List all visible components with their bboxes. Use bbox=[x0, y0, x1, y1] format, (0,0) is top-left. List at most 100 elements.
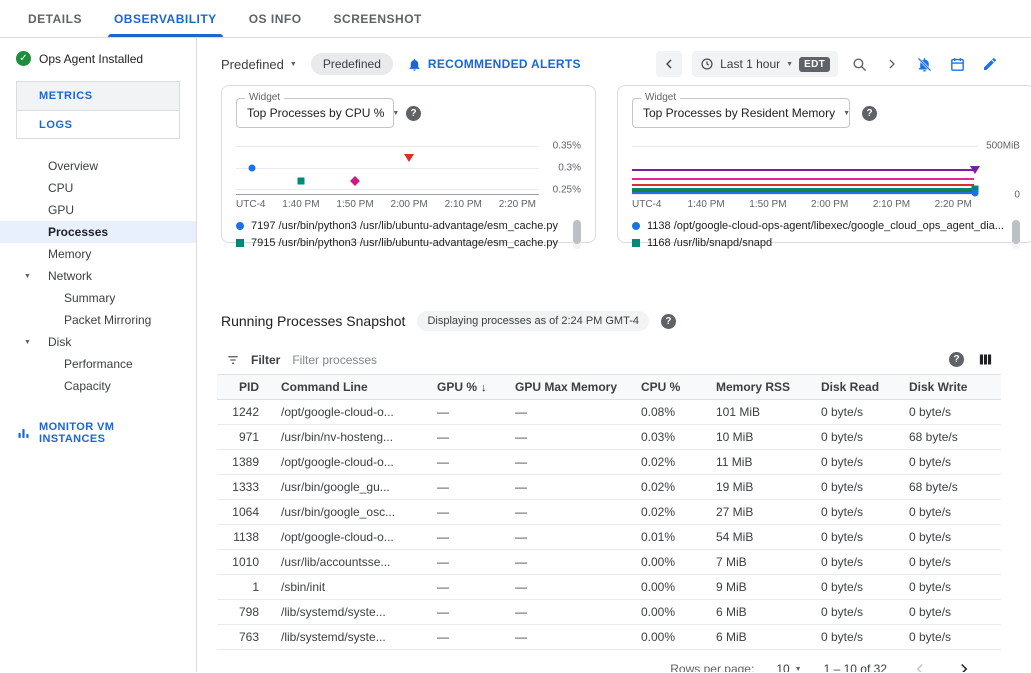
cpu-scatter-chart: 0.35%0.3%0.25% UTC-41:40 PM1:50 PM2:00 P… bbox=[236, 141, 581, 211]
table-row[interactable]: 763/lib/systemd/syste...——0.00%6 MiB0 by… bbox=[217, 625, 1001, 650]
sidebar-item-processes[interactable]: Processes bbox=[0, 221, 196, 243]
expand-arrow-icon[interactable]: ▼ bbox=[24, 339, 31, 346]
help-icon[interactable]: ? bbox=[862, 106, 877, 121]
chart-marker-triangle-down bbox=[970, 166, 980, 174]
table-row[interactable]: 1242/opt/google-cloud-o...——0.08%101 MiB… bbox=[217, 400, 1001, 425]
column-display-options-icon[interactable] bbox=[978, 352, 993, 367]
y-tick-label: 500MiB bbox=[986, 141, 1020, 152]
table-row[interactable]: 1333/usr/bin/google_gu...——0.02%19 MiB0 … bbox=[217, 475, 1001, 500]
cell-cpu: 0.02% bbox=[633, 475, 708, 500]
column-header-cpu[interactable]: CPU % bbox=[633, 375, 708, 400]
predefined-chip[interactable]: Predefined bbox=[311, 53, 393, 75]
chevron-down-icon: ▼ bbox=[786, 61, 793, 68]
table-row[interactable]: 1064/usr/bin/google_osc...——0.02%27 MiB0… bbox=[217, 500, 1001, 525]
help-icon[interactable]: ? bbox=[949, 352, 964, 367]
sidebar-item-gpu[interactable]: GPU bbox=[0, 199, 196, 221]
legend-item[interactable]: 7197 /usr/bin/python3 /usr/lib/ubuntu-ad… bbox=[236, 220, 565, 232]
cell-disk-write: 0 byte/s bbox=[901, 400, 1001, 425]
legend-scrollbar[interactable] bbox=[1012, 220, 1020, 249]
recommended-alerts-button[interactable]: RECOMMENDED ALERTS bbox=[407, 57, 581, 72]
column-header-command-line[interactable]: Command Line bbox=[273, 375, 429, 400]
cell-gpu-max-memory: — bbox=[507, 400, 633, 425]
scrollbar-thumb[interactable] bbox=[573, 220, 581, 244]
zoom-search-button[interactable] bbox=[848, 53, 871, 76]
tab-os-info[interactable]: OS INFO bbox=[233, 0, 318, 37]
cell-cpu: 0.00% bbox=[633, 625, 708, 650]
previous-page-button[interactable] bbox=[909, 658, 931, 672]
chevron-down-icon: ▼ bbox=[290, 61, 297, 68]
table-row[interactable]: 971/usr/bin/nv-hosteng...——0.03%10 MiB0 … bbox=[217, 425, 1001, 450]
column-header-gpu-max-memory[interactable]: GPU Max Memory bbox=[507, 375, 633, 400]
tab-observability[interactable]: OBSERVABILITY bbox=[98, 0, 233, 37]
cell-disk-read: 0 byte/s bbox=[813, 425, 901, 450]
column-header-disk-write[interactable]: Disk Write bbox=[901, 375, 1001, 400]
time-pan-left-button[interactable] bbox=[656, 51, 682, 77]
cell-cpu: 0.03% bbox=[633, 425, 708, 450]
table-row[interactable]: 1010/usr/lib/accountsse...——0.00%7 MiB0 … bbox=[217, 550, 1001, 575]
sidebar-item-overview[interactable]: Overview bbox=[0, 155, 196, 177]
widget-type-select[interactable]: Widget Top Processes by Resident Memory … bbox=[632, 98, 850, 128]
series-line bbox=[632, 169, 974, 171]
monitor-vm-instances-link[interactable]: MONITOR VM INSTANCES bbox=[16, 421, 180, 445]
time-pan-right-button[interactable] bbox=[881, 53, 903, 75]
sidebar-item-memory[interactable]: Memory bbox=[0, 243, 196, 265]
widget-type-select[interactable]: Widget Top Processes by CPU % ▼ bbox=[236, 98, 394, 128]
sidebar-item-label: Processes bbox=[48, 225, 108, 239]
help-icon[interactable]: ? bbox=[406, 106, 421, 121]
cell-memory-rss: 6 MiB bbox=[708, 600, 813, 625]
column-header-pid[interactable]: PID bbox=[217, 375, 273, 400]
legend-item[interactable]: 1138 /opt/google-cloud-ops-agent/libexec… bbox=[632, 220, 1004, 232]
sidebar-item-network[interactable]: ▼Network bbox=[0, 265, 196, 287]
scrollbar-thumb[interactable] bbox=[1012, 220, 1020, 244]
add-alert-bell-icon bbox=[407, 57, 422, 72]
rows-per-page-select[interactable]: 10 ▼ bbox=[776, 662, 801, 672]
time-range-selector[interactable]: Last 1 hour ▼ EDT bbox=[692, 51, 838, 77]
table-row[interactable]: 1138/opt/google-cloud-o...——0.01%54 MiB0… bbox=[217, 525, 1001, 550]
column-header-label: GPU % bbox=[437, 380, 477, 394]
legend-marker-circle bbox=[632, 222, 640, 230]
alerts-off-button[interactable] bbox=[913, 53, 936, 76]
filter-processes-input[interactable] bbox=[290, 352, 939, 368]
legend-scrollbar[interactable] bbox=[573, 220, 581, 249]
edit-dashboard-button[interactable] bbox=[979, 53, 1001, 75]
column-header-disk-read[interactable]: Disk Read bbox=[813, 375, 901, 400]
sidebar-item-capacity[interactable]: Capacity bbox=[0, 375, 196, 397]
column-header-label: Memory RSS bbox=[716, 380, 790, 394]
legend-item[interactable]: 1168 /usr/lib/snapd/snapd bbox=[632, 237, 1004, 249]
sidebar-item-disk[interactable]: ▼Disk bbox=[0, 331, 196, 353]
tab-details[interactable]: DETAILS bbox=[12, 0, 98, 37]
legend-item[interactable]: 7915 /usr/bin/python3 /usr/lib/ubuntu-ad… bbox=[236, 237, 565, 249]
chevron-right-icon bbox=[884, 56, 900, 72]
filter-icon bbox=[225, 352, 241, 368]
chart-x-axis-labels: UTC-41:40 PM1:50 PM2:00 PM2:10 PM2:20 PM bbox=[632, 195, 978, 211]
sidebar-view-metrics[interactable]: METRICS bbox=[17, 82, 179, 110]
cell-disk-write: 0 byte/s bbox=[901, 600, 1001, 625]
help-icon[interactable]: ? bbox=[661, 314, 676, 329]
column-header-label: Disk Read bbox=[821, 380, 879, 394]
cell-pid: 1 bbox=[217, 575, 273, 600]
cell-memory-rss: 27 MiB bbox=[708, 500, 813, 525]
sidebar-item-summary[interactable]: Summary bbox=[0, 287, 196, 309]
sidebar-nav: OverviewCPUGPU Processes Memory▼NetworkSum… bbox=[0, 155, 196, 397]
table-row[interactable]: 798/lib/systemd/syste...——0.00%6 MiB0 by… bbox=[217, 600, 1001, 625]
dashboard-preset-dropdown[interactable]: Predefined ▼ bbox=[221, 57, 297, 72]
expand-arrow-icon[interactable]: ▼ bbox=[24, 273, 31, 280]
cell-gpu: — bbox=[429, 600, 507, 625]
sidebar-item-performance[interactable]: Performance bbox=[0, 353, 196, 375]
cell-disk-write: 0 byte/s bbox=[901, 625, 1001, 650]
tab-screenshot[interactable]: SCREENSHOT bbox=[318, 0, 438, 37]
rows-per-page-value: 10 bbox=[776, 662, 789, 672]
next-page-button[interactable] bbox=[953, 658, 975, 672]
sort-descending-icon: ↓ bbox=[481, 382, 487, 394]
filter-label: Filter bbox=[251, 353, 280, 367]
sidebar-item-cpu[interactable]: CPU bbox=[0, 177, 196, 199]
sidebar-view-logs[interactable]: LOGS bbox=[17, 110, 179, 138]
view-in-dashboard-button[interactable] bbox=[946, 53, 969, 76]
column-header-gpu[interactable]: GPU % ↓ bbox=[429, 375, 507, 400]
table-row[interactable]: 1/sbin/init——0.00%9 MiB0 byte/s0 byte/s bbox=[217, 575, 1001, 600]
table-row[interactable]: 1389/opt/google-cloud-o...——0.02%11 MiB0… bbox=[217, 450, 1001, 475]
sidebar-item-packet-mirroring[interactable]: Packet Mirroring bbox=[0, 309, 196, 331]
column-header-memory-rss[interactable]: Memory RSS bbox=[708, 375, 813, 400]
cell-pid: 798 bbox=[217, 600, 273, 625]
pagination-range: 1 – 10 of 32 bbox=[824, 662, 887, 672]
